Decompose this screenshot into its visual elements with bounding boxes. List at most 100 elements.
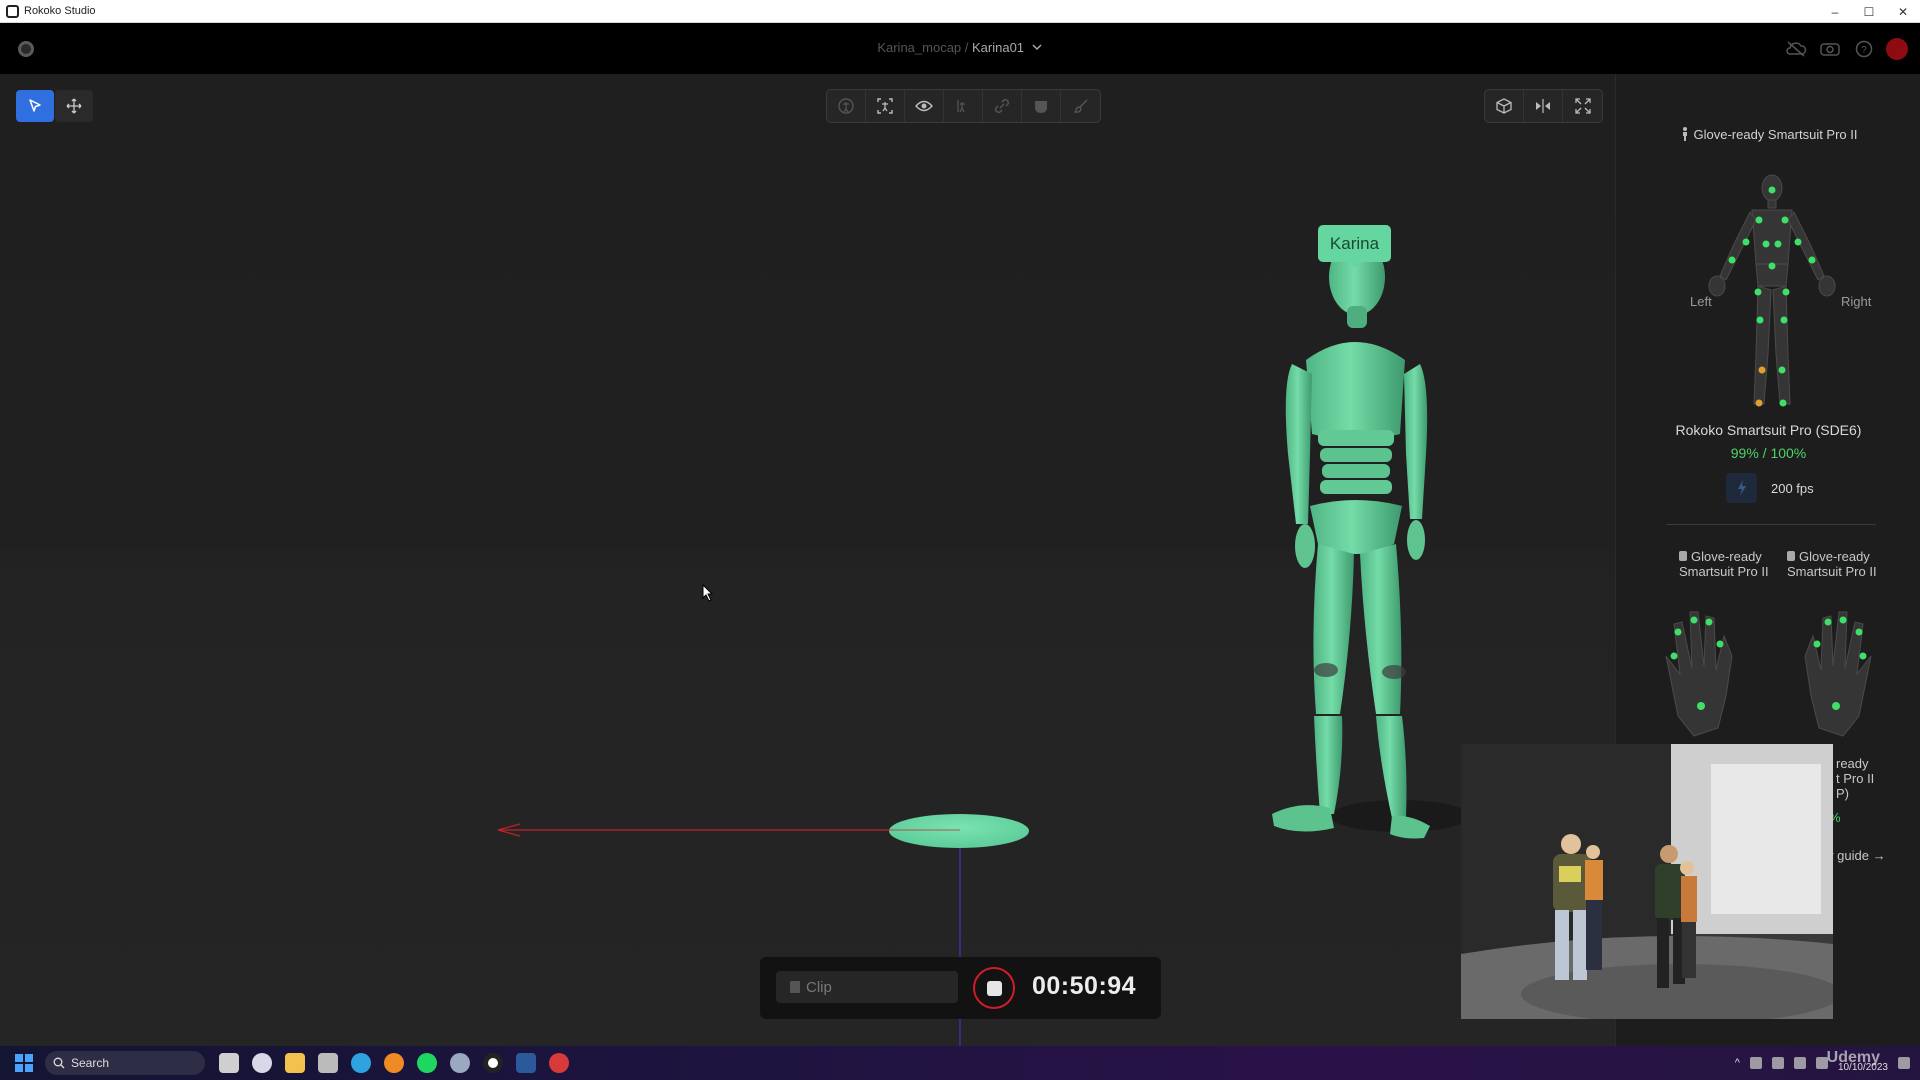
select-tool-button[interactable]: [16, 90, 54, 122]
blender-icon[interactable]: [384, 1053, 404, 1073]
task-view-icon[interactable]: [219, 1053, 239, 1073]
suit-title[interactable]: Glove-ready Smartsuit Pro II: [1616, 127, 1920, 142]
glove-icon: [1679, 551, 1687, 561]
paint-toggle[interactable]: [1061, 90, 1100, 122]
brush-icon: [1073, 99, 1087, 113]
mouse-cursor-icon: [702, 584, 714, 602]
focus-actor-icon: [877, 98, 893, 114]
project-name[interactable]: Karina_mocap: [877, 40, 961, 55]
file-explorer-icon[interactable]: [285, 1053, 305, 1073]
spotify-icon[interactable]: [417, 1053, 437, 1073]
window-title: Rokoko Studio: [24, 5, 96, 17]
scene-name[interactable]: Karina01: [972, 40, 1024, 55]
ground-pose-icon: [957, 100, 965, 113]
fullscreen-icon: [1574, 98, 1591, 114]
user-avatar[interactable]: [1886, 38, 1908, 60]
face-toggle[interactable]: [1022, 90, 1061, 122]
clip-name-input[interactable]: Clip: [776, 971, 958, 1003]
clip-icon: [790, 981, 800, 993]
microphone-icon[interactable]: [1749, 1057, 1762, 1069]
character-name-tag[interactable]: Karina: [1318, 225, 1391, 268]
camera-tools-toolbar: [1484, 89, 1603, 123]
fps-value: 200 fps: [1771, 480, 1814, 496]
app-header: Karina_mocap / Karina01 ?: [0, 23, 1920, 74]
suit-figure-icon: [1682, 127, 1687, 141]
stop-icon: [986, 980, 1002, 996]
window-controls: – ☐ ✕: [1818, 0, 1920, 23]
right-glove-title[interactable]: Glove-ready Smartsuit Pro II: [1787, 549, 1877, 579]
move-arrows-icon: [66, 98, 82, 114]
rokoko-studio-icon[interactable]: [483, 1053, 503, 1073]
suit-title-label: Glove-ready Smartsuit Pro II: [1693, 127, 1858, 142]
mirror-button[interactable]: [1524, 90, 1563, 122]
notifications-icon[interactable]: [1898, 1057, 1910, 1069]
tray-chevron-up-icon[interactable]: ^: [1735, 1057, 1740, 1069]
eye-icon: [915, 100, 933, 112]
reference-video-overlay[interactable]: [1461, 744, 1833, 1019]
focus-actor-toggle[interactable]: [866, 90, 905, 122]
steam-icon[interactable]: [516, 1053, 536, 1073]
maximize-button[interactable]: ☐: [1852, 0, 1886, 23]
ground-toggle[interactable]: [944, 90, 983, 122]
search-icon: [53, 1057, 65, 1069]
move-tool-button[interactable]: [55, 90, 93, 122]
record-bar: Clip 00:50:94: [760, 957, 1161, 1019]
mirror-icon: [1536, 99, 1550, 113]
chrome-icon[interactable]: [549, 1053, 569, 1073]
windows-start-icon[interactable]: [15, 1054, 33, 1072]
face-mask-icon: [1035, 101, 1047, 113]
glove-icon: [1787, 551, 1795, 561]
breadcrumb[interactable]: Karina_mocap / Karina01: [0, 40, 1920, 55]
minimize-button[interactable]: –: [1818, 0, 1852, 23]
right-side-label: Right: [1841, 294, 1872, 309]
left-glove-title[interactable]: Glove-ready Smartsuit Pro II: [1679, 549, 1769, 579]
3d-viewport[interactable]: Karina Clip 00:50:94: [0, 74, 1615, 1046]
person-2: [1585, 845, 1603, 970]
panel-divider: [1666, 524, 1876, 525]
close-button[interactable]: ✕: [1886, 0, 1920, 23]
lightning-icon[interactable]: [1726, 473, 1757, 503]
suit-device-name: Rokoko Smartsuit Pro (SDE6): [1675, 422, 1862, 438]
stop-recording-button[interactable]: [973, 967, 1015, 1009]
right-glove-title-label: Glove-ready Smartsuit Pro II: [1787, 549, 1877, 579]
cube-icon: [1496, 98, 1512, 114]
camera-icon[interactable]: [1818, 37, 1842, 61]
floor-pad[interactable]: [889, 814, 1029, 848]
udemy-watermark: Udemy: [1826, 1049, 1880, 1066]
link-icon: [995, 99, 1009, 113]
chevron-down-icon[interactable]: [1031, 41, 1043, 53]
suit-battery: 99% / 100%: [1730, 445, 1807, 461]
cube-view-button[interactable]: [1485, 90, 1524, 122]
peek-device-title: ready t Pro II P): [1836, 756, 1875, 801]
header-icons: ?: [1784, 37, 1908, 61]
character-mannequin[interactable]: [1272, 239, 1430, 839]
visibility-toggle[interactable]: [905, 90, 944, 122]
actor-icon: [838, 98, 854, 114]
actor-skeleton-toggle[interactable]: [827, 90, 866, 122]
suit-sensor-diagram: [1708, 174, 1836, 407]
taskbar-search[interactable]: Search: [45, 1051, 205, 1075]
breadcrumb-separator: /: [961, 40, 972, 55]
unity-icon[interactable]: [318, 1053, 338, 1073]
cursor-arrow-icon: [29, 99, 41, 112]
clip-placeholder: Clip: [806, 978, 832, 996]
cloud-offline-icon[interactable]: [1784, 37, 1808, 61]
link-toggle[interactable]: [983, 90, 1022, 122]
svg-text:?: ?: [1861, 45, 1867, 56]
volume-icon[interactable]: [1793, 1057, 1806, 1069]
view-tools-toolbar: [826, 89, 1101, 123]
chat-icon[interactable]: [252, 1053, 272, 1073]
glove-sensor-diagram: [1665, 611, 1872, 737]
settings-gear-icon[interactable]: [450, 1053, 470, 1073]
video-frame: [1461, 744, 1833, 1019]
edge-icon[interactable]: [351, 1053, 371, 1073]
recording-timer: 00:50:94: [1032, 972, 1137, 1000]
left-glove-title-label: Glove-ready Smartsuit Pro II: [1679, 549, 1769, 579]
help-icon[interactable]: ?: [1852, 37, 1876, 61]
windows-taskbar: Search ^ 10/10/2023: [0, 1046, 1920, 1080]
network-icon[interactable]: [1771, 1057, 1784, 1069]
left-side-label: Left: [1690, 294, 1712, 309]
fullscreen-button[interactable]: [1563, 90, 1602, 122]
taskbar-search-label: Search: [71, 1056, 110, 1070]
rokoko-app-icon: [6, 4, 19, 18]
